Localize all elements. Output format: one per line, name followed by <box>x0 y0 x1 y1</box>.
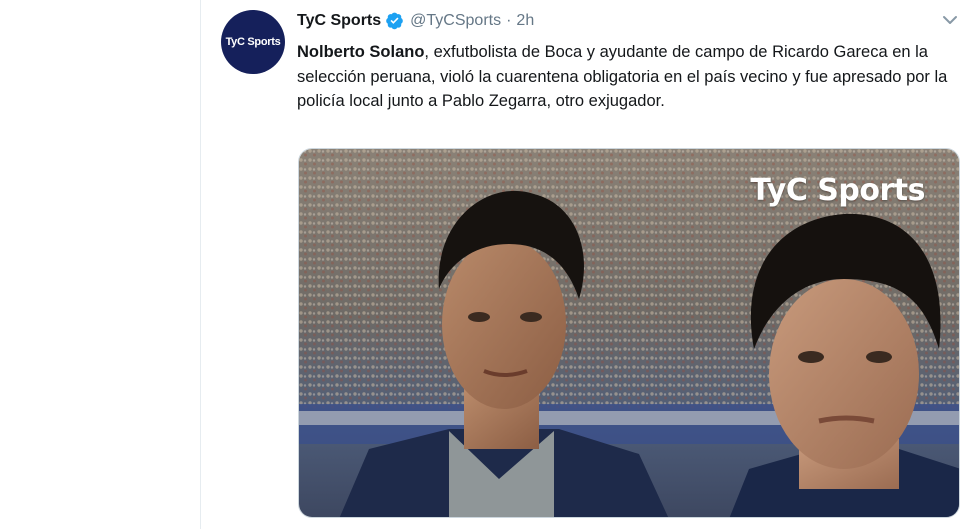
tweet-header: TyC Sports @TyCSports · 2h <box>297 11 534 30</box>
verified-badge-icon <box>386 12 403 30</box>
separator-dot: · <box>506 11 512 29</box>
tweet-text-bold: Nolberto Solano <box>297 43 425 61</box>
chevron-down-icon[interactable] <box>942 14 958 26</box>
user-handle[interactable]: @TyCSports <box>410 12 501 30</box>
avatar-logo-text: TyC Sports <box>225 36 281 48</box>
tweet-text: Nolberto Solano, exfutbolista de Boca y … <box>297 40 962 114</box>
media-watermark: TyC Sports <box>750 173 925 208</box>
left-column <box>0 0 200 529</box>
display-name[interactable]: TyC Sports <box>297 12 381 30</box>
tweet[interactable]: TyC Sports TyC Sports @TyCSports · 2h No… <box>201 0 980 529</box>
avatar[interactable]: TyC Sports <box>221 10 285 74</box>
tweet-media-photo[interactable]: TyC Sports <box>298 148 960 518</box>
timestamp[interactable]: 2h <box>516 12 534 30</box>
